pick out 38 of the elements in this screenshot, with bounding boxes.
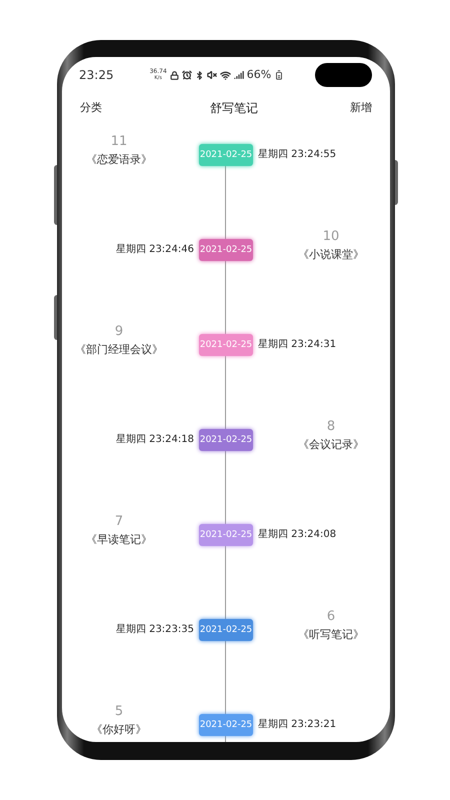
note-number: 8 xyxy=(326,418,336,436)
battery-percent: 66% xyxy=(246,66,272,83)
note-weekday-time: 星期四 23:23:21 xyxy=(258,719,336,732)
note-number: 5 xyxy=(114,703,124,721)
alarm-icon xyxy=(182,70,192,80)
side-button[interactable] xyxy=(54,295,57,340)
lock-icon xyxy=(170,70,179,80)
note-title[interactable]: 《听写笔记》 xyxy=(298,626,364,644)
note-weekday-time: 星期四 23:24:08 xyxy=(258,529,336,542)
note-title[interactable]: 《小说课堂》 xyxy=(298,246,364,264)
note-title[interactable]: 《你好呀》 xyxy=(92,721,146,739)
mute-icon xyxy=(206,70,217,80)
category-link[interactable]: 分类 xyxy=(80,100,102,116)
note-title[interactable]: 《会议记录》 xyxy=(298,436,364,454)
note-weekday-time: 星期四 23:23:35 xyxy=(116,624,194,637)
note-title[interactable]: 《部门经理会议》 xyxy=(75,341,163,359)
side-button[interactable] xyxy=(395,160,398,205)
add-link[interactable]: 新增 xyxy=(350,100,372,116)
bluetooth-icon xyxy=(194,70,204,80)
note-number: 9 xyxy=(114,323,124,341)
note-weekday-time: 星期四 23:24:31 xyxy=(258,339,336,352)
app-title: 舒写笔记 xyxy=(210,100,258,117)
note-number: 6 xyxy=(326,608,336,626)
side-button[interactable] xyxy=(54,165,57,225)
note-title[interactable]: 《早读笔记》 xyxy=(86,531,152,549)
wifi-icon xyxy=(220,70,231,80)
note-weekday-time: 星期四 23:24:46 xyxy=(116,244,194,257)
status-time: 23:25 xyxy=(79,67,114,84)
note-number: 7 xyxy=(114,513,124,531)
signal-icon xyxy=(234,70,244,80)
camera-cutout xyxy=(315,63,372,87)
date-badge[interactable]: 2021-02-25 xyxy=(199,429,253,451)
note-title[interactable]: 《恋爱语录》 xyxy=(86,151,152,169)
note-number: 10 xyxy=(322,228,340,246)
note-number: 11 xyxy=(110,133,128,151)
note-weekday-time: 星期四 23:24:18 xyxy=(116,434,194,447)
note-weekday-time: 星期四 23:24:55 xyxy=(258,149,336,162)
battery-icon xyxy=(274,70,284,80)
